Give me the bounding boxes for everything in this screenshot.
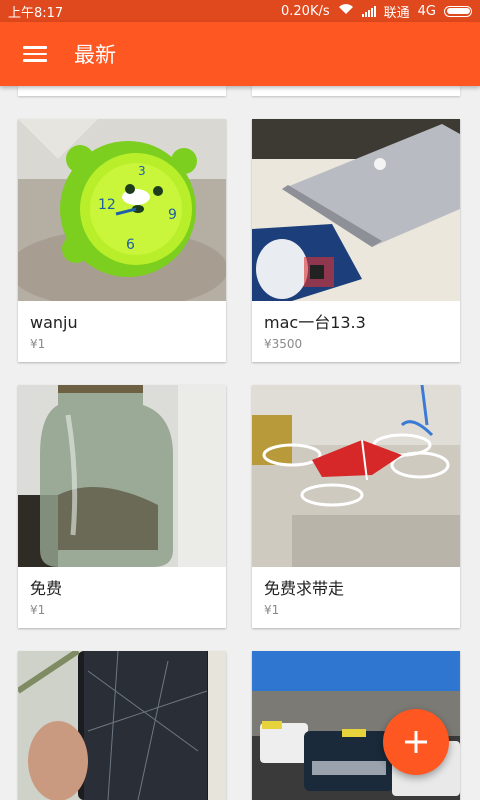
listing-card-partial[interactable] [18, 86, 226, 96]
listing-image [252, 119, 460, 301]
listing-title: 免费求带走 [264, 579, 345, 598]
page-title: 最新 [74, 43, 116, 67]
listing-image [18, 651, 226, 800]
listing-title: mac一台13.3 [264, 313, 366, 332]
listing-card[interactable] [18, 651, 226, 800]
listing-title: wanju [30, 313, 78, 332]
listing-price: ¥1 [30, 603, 46, 617]
add-listing-button[interactable] [383, 709, 449, 775]
listing-image [18, 385, 226, 567]
listing-card[interactable]: mac一台13.3 ¥3500 [252, 119, 460, 362]
network-speed: 0.20K/s [281, 3, 330, 19]
wifi-icon [338, 3, 354, 19]
battery-icon [444, 5, 472, 17]
listing-price: ¥1 [264, 603, 280, 617]
svg-text:6: 6 [126, 237, 135, 253]
listing-image [252, 385, 460, 567]
listing-card[interactable]: 12 9 6 3 wanju ¥1 [18, 119, 226, 362]
listing-card[interactable]: 免费求带走 ¥1 [252, 385, 460, 628]
network-type: 4G [417, 3, 436, 19]
carrier-name: 联通 [383, 5, 410, 21]
svg-text:3: 3 [138, 164, 146, 178]
listing-card-partial[interactable] [252, 86, 460, 96]
svg-text:9: 9 [168, 207, 177, 223]
svg-text:12: 12 [98, 197, 116, 213]
app-bar: 最新 [0, 22, 480, 86]
status-bar: 上午8:17 0.20K/s 联通 4G [0, 0, 480, 22]
listing-title: 免费 [30, 579, 63, 598]
hamburger-menu-button[interactable] [0, 22, 70, 86]
listing-card[interactable]: 免费 ¥1 [18, 385, 226, 628]
status-time: 上午8:17 [8, 5, 64, 21]
listing-price: ¥3500 [264, 337, 303, 351]
listing-image: 12 9 6 3 [18, 119, 226, 301]
add-icon [405, 731, 427, 753]
hamburger-menu-icon [23, 42, 47, 66]
listing-price: ¥1 [30, 337, 46, 351]
signal-icon [361, 5, 376, 17]
